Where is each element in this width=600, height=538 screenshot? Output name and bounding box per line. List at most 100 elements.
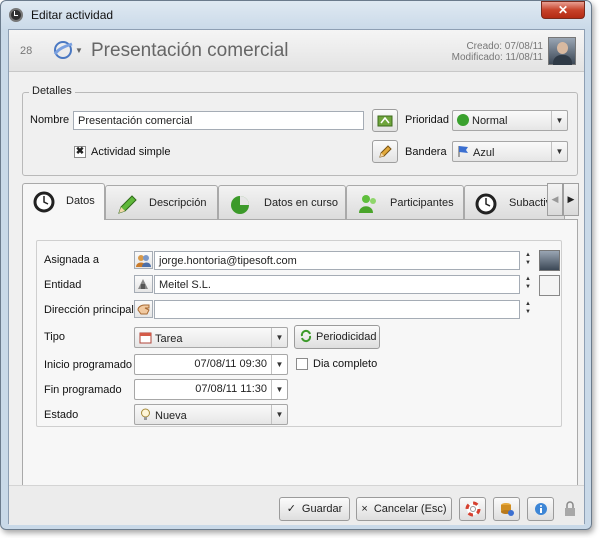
- entity-icon: [138, 279, 148, 289]
- tab-participantes[interactable]: Participantes: [346, 185, 464, 219]
- window-title: Editar actividad: [31, 8, 114, 22]
- tab-datos[interactable]: Datos: [22, 183, 105, 220]
- modified-date: Modificado: 11/08/11: [451, 52, 543, 63]
- entidad-label: Entidad: [44, 279, 82, 291]
- fin-label: Fin programado: [44, 384, 122, 396]
- estado-select[interactable]: Nueva ▼: [134, 404, 288, 425]
- chevron-down-icon[interactable]: ▼: [271, 328, 287, 347]
- chevron-down-icon[interactable]: ▼: [551, 111, 567, 130]
- inicio-datetime[interactable]: 07/08/11 09:30 ▼: [134, 354, 288, 375]
- actividad-simple-label: Actividad simple: [91, 146, 171, 158]
- dialog-footer: ✓ Guardar × Cancelar (Esc): [9, 485, 584, 525]
- entity-picker-button[interactable]: [134, 275, 153, 293]
- check-icon: ✓: [286, 503, 296, 515]
- prioridad-select[interactable]: Normal ▼: [452, 110, 568, 131]
- recurrence-icon: [300, 329, 312, 343]
- actividad-simple-checkbox[interactable]: ✖: [74, 146, 86, 158]
- info-button[interactable]: [527, 497, 554, 521]
- export-button[interactable]: [493, 497, 520, 521]
- calendar-icon: [139, 332, 152, 344]
- inicio-label: Inicio programado: [44, 359, 133, 371]
- pencil-icon: [379, 145, 392, 158]
- activity-number: 28: [20, 45, 33, 57]
- tab-scroll-left[interactable]: ◀: [547, 183, 563, 216]
- tab-label: Datos en curso: [264, 197, 338, 209]
- periodicidad-button[interactable]: Periodicidad: [294, 325, 380, 349]
- tab-panel-datos: Asignada a jorge.hontoria@tipesoft.com ▲…: [22, 219, 578, 501]
- cancelar-label: Cancelar (Esc): [373, 503, 447, 515]
- guardar-label: Guardar: [301, 503, 343, 515]
- chevron-down-icon[interactable]: ▼: [271, 380, 287, 399]
- database-icon: [501, 503, 514, 516]
- tipo-label: Tipo: [44, 331, 65, 343]
- asignada-label: Asignada a: [44, 254, 100, 266]
- clock-icon: [9, 8, 23, 22]
- tab-descripcion[interactable]: Descripción: [105, 185, 218, 219]
- lock-icon: [563, 501, 577, 517]
- chevron-down-icon[interactable]: ▼: [271, 355, 287, 374]
- entidad-input[interactable]: Meitel S.L.: [154, 275, 520, 294]
- edit-name-icon: [377, 115, 393, 127]
- entidad-spinner[interactable]: ▲ ▼: [521, 275, 535, 294]
- fin-value: 07/08/11 11:30: [195, 383, 267, 395]
- user-avatar: [548, 37, 576, 65]
- bulb-icon: [141, 408, 150, 420]
- tipo-select[interactable]: Tarea ▼: [134, 327, 288, 348]
- details-group: [22, 92, 578, 176]
- help-button[interactable]: [459, 497, 486, 521]
- entity-image: [539, 275, 560, 296]
- dia-completo-checkbox[interactable]: [296, 358, 308, 370]
- prioridad-label: Prioridad: [405, 114, 450, 126]
- bandera-select[interactable]: Azul ▼: [452, 141, 568, 162]
- flag-icon: [458, 146, 468, 157]
- title-bar[interactable]: Editar actividad ✕: [1, 1, 591, 29]
- activity-dates: Creado: 07/08/11 Modificado: 11/08/11: [452, 41, 543, 63]
- dialog-content: 28 ▼ Presentación comercial Creado: 07/0…: [8, 29, 585, 525]
- nombre-label: Nombre: [30, 114, 70, 126]
- clock-icon: [475, 193, 497, 215]
- info-icon: [535, 503, 547, 515]
- chevron-down-icon[interactable]: ▼: [551, 142, 567, 161]
- chevron-down-icon[interactable]: ▼: [271, 405, 287, 424]
- clock-icon: [33, 191, 55, 213]
- periodicidad-label: Periodicidad: [316, 331, 377, 343]
- pencil-icon: [118, 195, 137, 214]
- pencil-button[interactable]: [372, 140, 398, 163]
- nombre-input[interactable]: Presentación comercial: [73, 111, 364, 130]
- bandera-label: Bandera: [405, 146, 447, 158]
- asignada-input[interactable]: jorge.hontoria@tipesoft.com: [154, 251, 520, 270]
- bandera-value: Azul: [473, 147, 495, 159]
- lifebuoy-icon: [465, 501, 481, 517]
- contacts-icon: [136, 255, 151, 267]
- cancelar-button[interactable]: × Cancelar (Esc): [356, 497, 452, 521]
- direccion-spinner[interactable]: ▲ ▼: [521, 300, 535, 319]
- prioridad-value: Normal: [472, 115, 508, 127]
- created-date: Creado: 07/08/11: [466, 41, 543, 52]
- chevron-down-icon[interactable]: ▼: [75, 46, 83, 55]
- activity-type-icon[interactable]: [52, 39, 74, 61]
- asignada-spinner[interactable]: ▲ ▼: [521, 251, 535, 270]
- priority-dot-icon: [457, 114, 469, 126]
- edit-activity-window: Editar actividad ✕ 28 ▼ Presentación com…: [0, 0, 592, 530]
- close-button[interactable]: ✕: [541, 1, 585, 19]
- name-action-button[interactable]: [372, 109, 398, 132]
- close-icon: ×: [361, 503, 368, 515]
- guardar-button[interactable]: ✓ Guardar: [279, 497, 350, 521]
- activity-title: Presentación comercial: [91, 40, 289, 61]
- tab-label: Descripción: [149, 197, 207, 209]
- direccion-label: Dirección principal: [44, 304, 134, 316]
- contact-picker-button[interactable]: [134, 251, 153, 269]
- tab-strip: Datos Descripción Datos en curso Partici…: [22, 183, 565, 220]
- details-legend: Detalles: [29, 85, 75, 97]
- tab-label: Subactiv: [509, 197, 552, 209]
- assignee-avatar: [539, 250, 560, 271]
- tab-scroll-right[interactable]: ▶: [563, 183, 579, 216]
- tipo-value: Tarea: [155, 333, 183, 345]
- tab-datos-en-curso[interactable]: Datos en curso: [218, 185, 346, 219]
- estado-label: Estado: [44, 409, 79, 421]
- progress-icon: [231, 196, 249, 214]
- fin-datetime[interactable]: 07/08/11 11:30 ▼: [134, 379, 288, 400]
- estado-value: Nueva: [155, 410, 187, 422]
- address-picker-button[interactable]: [134, 300, 153, 318]
- direccion-input[interactable]: [154, 300, 520, 319]
